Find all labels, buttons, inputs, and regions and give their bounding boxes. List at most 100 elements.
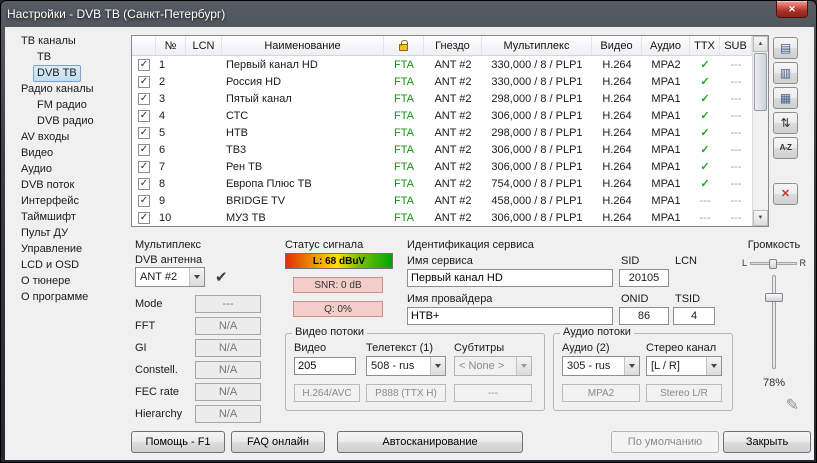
sidebar-item[interactable]: Таймшифт [7,209,129,225]
sidebar-item[interactable]: FM радио [7,97,129,113]
volume-pencil-icon[interactable]: ✎ [786,395,799,415]
channel-checkbox[interactable]: ✓ [132,124,156,141]
channel-checkbox[interactable]: ✓ [132,107,156,124]
header-ttx[interactable]: TTX [690,36,720,55]
header-sub[interactable]: SUB [720,36,752,55]
channel-name: Пятый канал [222,90,384,107]
sort-az-button[interactable]: A-Z [773,137,798,159]
channel-checkbox[interactable]: ✓ [132,209,156,226]
sidebar-item[interactable]: DVB радио [7,113,129,129]
channel-list-button[interactable]: ▥ [773,62,798,84]
channel-audio-codec: MPA1 [642,90,690,107]
titlebar[interactable]: Настройки - DVB ТВ (Санкт-Петербург) [7,4,770,24]
channel-checkbox[interactable]: ✓ [132,192,156,209]
scroll-thumb[interactable] [754,53,767,111]
scroll-down-button[interactable]: ▼ [753,210,768,226]
channel-row[interactable]: ✓ 4 СТС FTA ANT #2 306,000 / 8 / PLP1 H.… [132,107,752,124]
header-name[interactable]: Наименование [222,36,384,55]
signal-status-title: Статус сигнала [285,239,363,251]
channel-video-codec: H.264 [592,73,642,90]
help-button[interactable]: Помощь - F1 [131,431,225,453]
channel-checkbox[interactable]: ✓ [132,141,156,158]
channel-checkbox[interactable]: ✓ [132,175,156,192]
sidebar-item-label: FM радио [33,97,91,114]
teletext-select[interactable]: 508 - rus [366,356,446,376]
checkbox-check-icon: ✓ [138,110,150,122]
checkbox-check-icon: ✓ [138,161,150,173]
sidebar-item[interactable]: AV входы [7,129,129,145]
audio-streams-title: Аудио потоки [560,326,634,338]
header-socket[interactable]: Гнездо [424,36,482,55]
balance-track[interactable] [750,262,796,265]
balance-slider[interactable]: L R [742,257,806,269]
header-lcn[interactable]: LCN [186,36,222,55]
video-pid-input[interactable] [294,357,356,375]
channel-audio-codec: MPA1 [642,192,690,209]
antenna-select[interactable]: ANT #2 [135,267,205,287]
sidebar-item[interactable]: ТВ каналы [7,33,129,49]
delete-channel-button[interactable]: ✕ [773,183,798,205]
volume-slider-track[interactable] [772,275,776,369]
balance-thumb[interactable] [769,259,777,269]
header-audio[interactable]: Аудио [642,36,690,55]
channel-checkbox[interactable]: ✓ [132,90,156,107]
sidebar-item[interactable]: Пульт ДУ [7,225,129,241]
channel-ttx-flag: ✓ [690,124,720,141]
channel-row[interactable]: ✓ 6 ТВ3 FTA ANT #2 306,000 / 8 / PLP1 H.… [132,141,752,158]
sidebar-item[interactable]: Интерфейс [7,193,129,209]
faq-online-button[interactable]: FAQ онлайн [231,431,325,453]
close-dialog-button[interactable]: Закрыть [723,431,811,453]
sidebar-item[interactable]: Управление [7,241,129,257]
header-video[interactable]: Видео [592,36,642,55]
channel-checkbox[interactable]: ✓ [132,56,156,73]
multiplex-field-value: N/A [195,361,261,379]
sidebar-item-label: DVB ТВ [33,65,81,82]
volume-slider-thumb[interactable] [765,293,783,302]
service-name-input[interactable] [407,269,613,287]
channel-sub-flag: --- [720,73,752,90]
channel-row[interactable]: ✓ 1 Первый канал HD FTA ANT #2 330,000 /… [132,56,752,73]
channel-socket: ANT #2 [424,175,482,192]
channel-row[interactable]: ✓ 2 Россия HD FTA ANT #2 330,000 / 8 / P… [132,73,752,90]
sidebar-item[interactable]: DVB поток [7,177,129,193]
sidebar-item[interactable]: Радио каналы [7,81,129,97]
close-button[interactable]: ✕ [776,1,808,18]
header-multiplex[interactable]: Мультиплекс [482,36,592,55]
channel-row[interactable]: ✓ 9 BRIDGE TV FTA ANT #2 458,000 / 8 / P… [132,192,752,209]
channel-checkbox[interactable]: ✓ [132,73,156,90]
channel-row[interactable]: ✓ 10 МУЗ ТВ FTA ANT #2 306,000 / 8 / PLP… [132,209,752,226]
sidebar-item[interactable]: Видео [7,145,129,161]
channel-grid-button[interactable]: ▤ [773,37,798,59]
channel-checkbox[interactable]: ✓ [132,158,156,175]
sidebar-item-label: Пульт ДУ [17,225,72,242]
multiplex-fields: Mode --- FFT N/A GI N/A Constell. [135,295,261,427]
scroll-up-button[interactable]: ▲ [753,36,768,52]
header-number[interactable]: № [156,36,186,55]
table-scrollbar[interactable]: ▲ ▼ [752,36,768,226]
channel-video-codec: H.264 [592,209,642,226]
channel-socket: ANT #2 [424,107,482,124]
sidebar-item[interactable]: О программе [7,289,129,305]
sidebar-item[interactable]: LCD и OSD [7,257,129,273]
sidebar-item[interactable]: DVB ТВ [7,65,129,81]
channel-row[interactable]: ✓ 8 Европа Плюс ТВ FTA ANT #2 754,000 / … [132,175,752,192]
channel-columns-button[interactable]: ▦ [773,87,798,109]
header-encryption[interactable] [384,36,424,55]
channel-video-codec: H.264 [592,107,642,124]
autoscan-button[interactable]: Автосканирование [337,431,523,453]
window-title: Настройки - DVB ТВ (Санкт-Петербург) [7,7,225,21]
move-channel-button[interactable]: ⇅ [773,112,798,134]
channel-row[interactable]: ✓ 5 НТВ FTA ANT #2 298,000 / 8 / PLP1 H.… [132,124,752,141]
antenna-apply-check-icon[interactable]: ✔ [215,268,228,286]
sidebar-item[interactable]: ТВ [7,49,129,65]
channel-row[interactable]: ✓ 7 Рен ТВ FTA ANT #2 306,000 / 8 / PLP1… [132,158,752,175]
channel-row[interactable]: ✓ 3 Пятый канал FTA ANT #2 298,000 / 8 /… [132,90,752,107]
sidebar-item[interactable]: Аудио [7,161,129,177]
stereo-channel-select[interactable]: [L / R] [646,356,722,376]
delete-icon: ✕ [781,189,790,200]
channel-ttx-flag: --- [690,209,720,226]
channel-multiplex: 298,000 / 8 / PLP1 [482,124,592,141]
audio-select[interactable]: 305 - rus [562,356,640,376]
provider-name-input[interactable] [407,307,613,325]
sidebar-item[interactable]: О тюнере [7,273,129,289]
